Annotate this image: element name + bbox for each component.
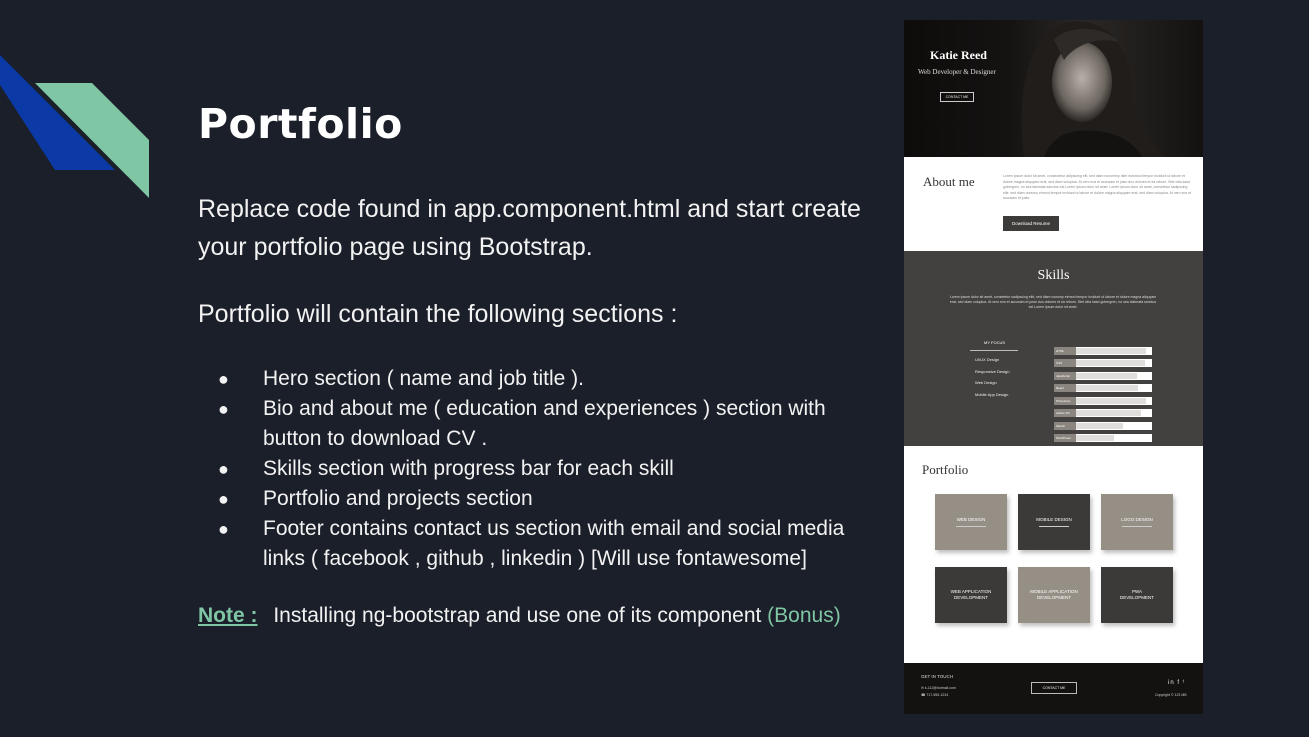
about-text: Lorem ipsum dolor sit amet, consectetur … <box>1003 174 1192 201</box>
skill-bar-fill <box>1076 348 1147 354</box>
bullet-icon: ● <box>218 459 229 479</box>
tile-label: MOBILE APPLICATION DEVELOPMENT <box>1030 589 1078 600</box>
mockup-hero: Katie Reed Web Developer & Designer CONT… <box>904 20 1203 157</box>
skill-bar: Adobe XD <box>1054 409 1152 417</box>
skill-bar-fill <box>1076 423 1124 429</box>
skill-bar: HTML <box>1054 347 1152 355</box>
skill-bar: WordPress <box>1054 434 1152 442</box>
tile-underline <box>1039 526 1069 527</box>
note: Note : Installing ng-bootstrap and use o… <box>198 602 841 630</box>
focus-label: MY FOCUS <box>984 340 1006 345</box>
focus-item: Mobile App Design <box>975 392 1009 397</box>
tile-label: MOBILE DESIGN <box>1036 517 1072 522</box>
portfolio-tile[interactable]: MOBILE APPLICATION DEVELOPMENT <box>1018 567 1090 623</box>
skill-bar-label: HTML <box>1054 347 1076 355</box>
skill-bar: JavaScript <box>1054 372 1152 380</box>
skill-bar: Photoshop <box>1054 397 1152 405</box>
mockup-footer: GET IN TOUCH ✉ k-112@hotmail.com ☎ 717-5… <box>904 663 1203 714</box>
intro-paragraph: Replace code found in app.component.html… <box>198 195 861 261</box>
skill-bar: React <box>1054 384 1152 392</box>
footer-email[interactable]: ✉ k-112@hotmail.com <box>921 686 956 690</box>
mockup-about: About me Lorem ipsum dolor sit amet, con… <box>904 157 1203 251</box>
portfolio-mockup: Katie Reed Web Developer & Designer CONT… <box>904 20 1203 714</box>
skill-bar-label: Adobe XD <box>1054 409 1076 417</box>
skill-bar-label: Sketch <box>1054 422 1076 430</box>
tile-label: WEB DESIGN <box>956 517 986 522</box>
tile-label: WEB APPLICATION DEVELOPMENT <box>950 589 992 600</box>
mockup-portfolio: Portfolio WEB DESIGN MOBILE DESIGN LOGO … <box>904 446 1203 663</box>
tile-underline <box>956 526 986 527</box>
list-item: ● Footer contains contact us section with… <box>218 514 868 574</box>
footer-phone-text: 717-555-1234 <box>926 693 949 697</box>
skills-text: Lorem ipsum dolor sit amet, consetetur s… <box>949 295 1157 309</box>
slide: Portfolio Replace code found in app.comp… <box>0 0 1309 737</box>
list-item-text: Skills section with progress bar for eac… <box>263 457 674 480</box>
slide-title: Portfolio <box>198 100 403 148</box>
skill-bar: Sketch <box>1054 422 1152 430</box>
skill-bar-fill <box>1076 398 1147 404</box>
focus-item: UI/UX Design <box>975 357 1000 362</box>
hero-contact-button[interactable]: CONTACT ME <box>940 92 974 102</box>
bullet-icon: ● <box>218 369 229 389</box>
footer-contact-button[interactable]: CONTACT ME <box>1031 682 1077 694</box>
focus-item: Web Design <box>975 380 997 385</box>
hero-portrait-image <box>1021 21 1164 157</box>
skill-bar-fill <box>1076 410 1142 416</box>
list-item: ● Skills section with progress bar for ea… <box>218 454 868 484</box>
tile-label: LOGO DESIGN <box>1121 517 1153 522</box>
bullet-icon: ● <box>218 489 229 509</box>
focus-divider <box>970 350 1018 351</box>
skill-bar-label: JavaScript <box>1054 372 1076 380</box>
bullet-icon: ● <box>218 399 229 419</box>
hero-job-title: Web Developer & Designer <box>918 68 996 76</box>
portfolio-tile[interactable]: WEB APPLICATION DEVELOPMENT <box>935 567 1007 623</box>
list-item-text: Footer contains contact us section with … <box>263 517 845 570</box>
list-item-text: Bio and about me ( education and experie… <box>263 397 826 450</box>
portfolio-tile[interactable]: MOBILE DESIGN <box>1018 494 1090 550</box>
footer-phone: ☎ 717-555-1234 <box>921 693 948 697</box>
skill-bar-label: Photoshop <box>1054 397 1076 405</box>
list-item: ● Hero section ( name and job title ). <box>218 364 868 394</box>
about-heading: About me <box>923 174 975 189</box>
skill-bar-fill <box>1076 373 1137 379</box>
skill-bar-label: WordPress <box>1054 434 1076 442</box>
note-text: Installing ng-bootstrap and use one of i… <box>273 604 762 627</box>
decorative-stripes-graphic <box>0 55 149 198</box>
tile-label: PWA DEVELOPMENT <box>1119 589 1154 600</box>
bonus-label: (Bonus) <box>767 604 841 627</box>
portfolio-heading: Portfolio <box>922 462 969 477</box>
tile-underline <box>1122 526 1152 527</box>
focus-item: Responsive Design <box>975 369 1010 374</box>
skill-bar-label: CSS <box>1054 359 1076 367</box>
list-item-text: Hero section ( name and job title ). <box>263 367 584 390</box>
mockup-skills: Skills Lorem ipsum dolor sit amet, conse… <box>904 251 1203 446</box>
portfolio-tile[interactable]: LOGO DESIGN <box>1101 494 1173 550</box>
footer-copyright: Copyright © 123 MB <box>1155 693 1187 697</box>
footer-email-text: k-112@hotmail.com <box>924 686 956 690</box>
skill-bar-label: React <box>1054 384 1076 392</box>
portfolio-tile[interactable]: WEB DESIGN <box>935 494 1007 550</box>
skills-heading: Skills <box>1037 268 1070 283</box>
portfolio-tile[interactable]: PWA DEVELOPMENT <box>1101 567 1173 623</box>
footer-heading: GET IN TOUCH <box>921 674 954 679</box>
download-resume-button[interactable]: Download Resume <box>1003 216 1059 231</box>
note-label: Note : <box>198 604 258 627</box>
list-item: ● Bio and about me ( education and experi… <box>218 394 868 454</box>
skill-bar: CSS <box>1054 359 1152 367</box>
skill-bar-fill <box>1076 435 1114 441</box>
list-item-text: Portfolio and projects section <box>263 487 533 510</box>
social-links[interactable]: in f ᵗ <box>1168 680 1185 686</box>
list-item: ● Portfolio and projects section <box>218 484 868 514</box>
sections-intro: Portfolio will contain the following sec… <box>198 300 678 328</box>
hero-name: Katie Reed <box>930 48 987 62</box>
requirements-list: ● Hero section ( name and job title ). ● B… <box>218 364 868 574</box>
skill-bar-fill <box>1076 360 1145 366</box>
bullet-icon: ● <box>218 519 229 539</box>
skill-bar-fill <box>1076 385 1139 391</box>
